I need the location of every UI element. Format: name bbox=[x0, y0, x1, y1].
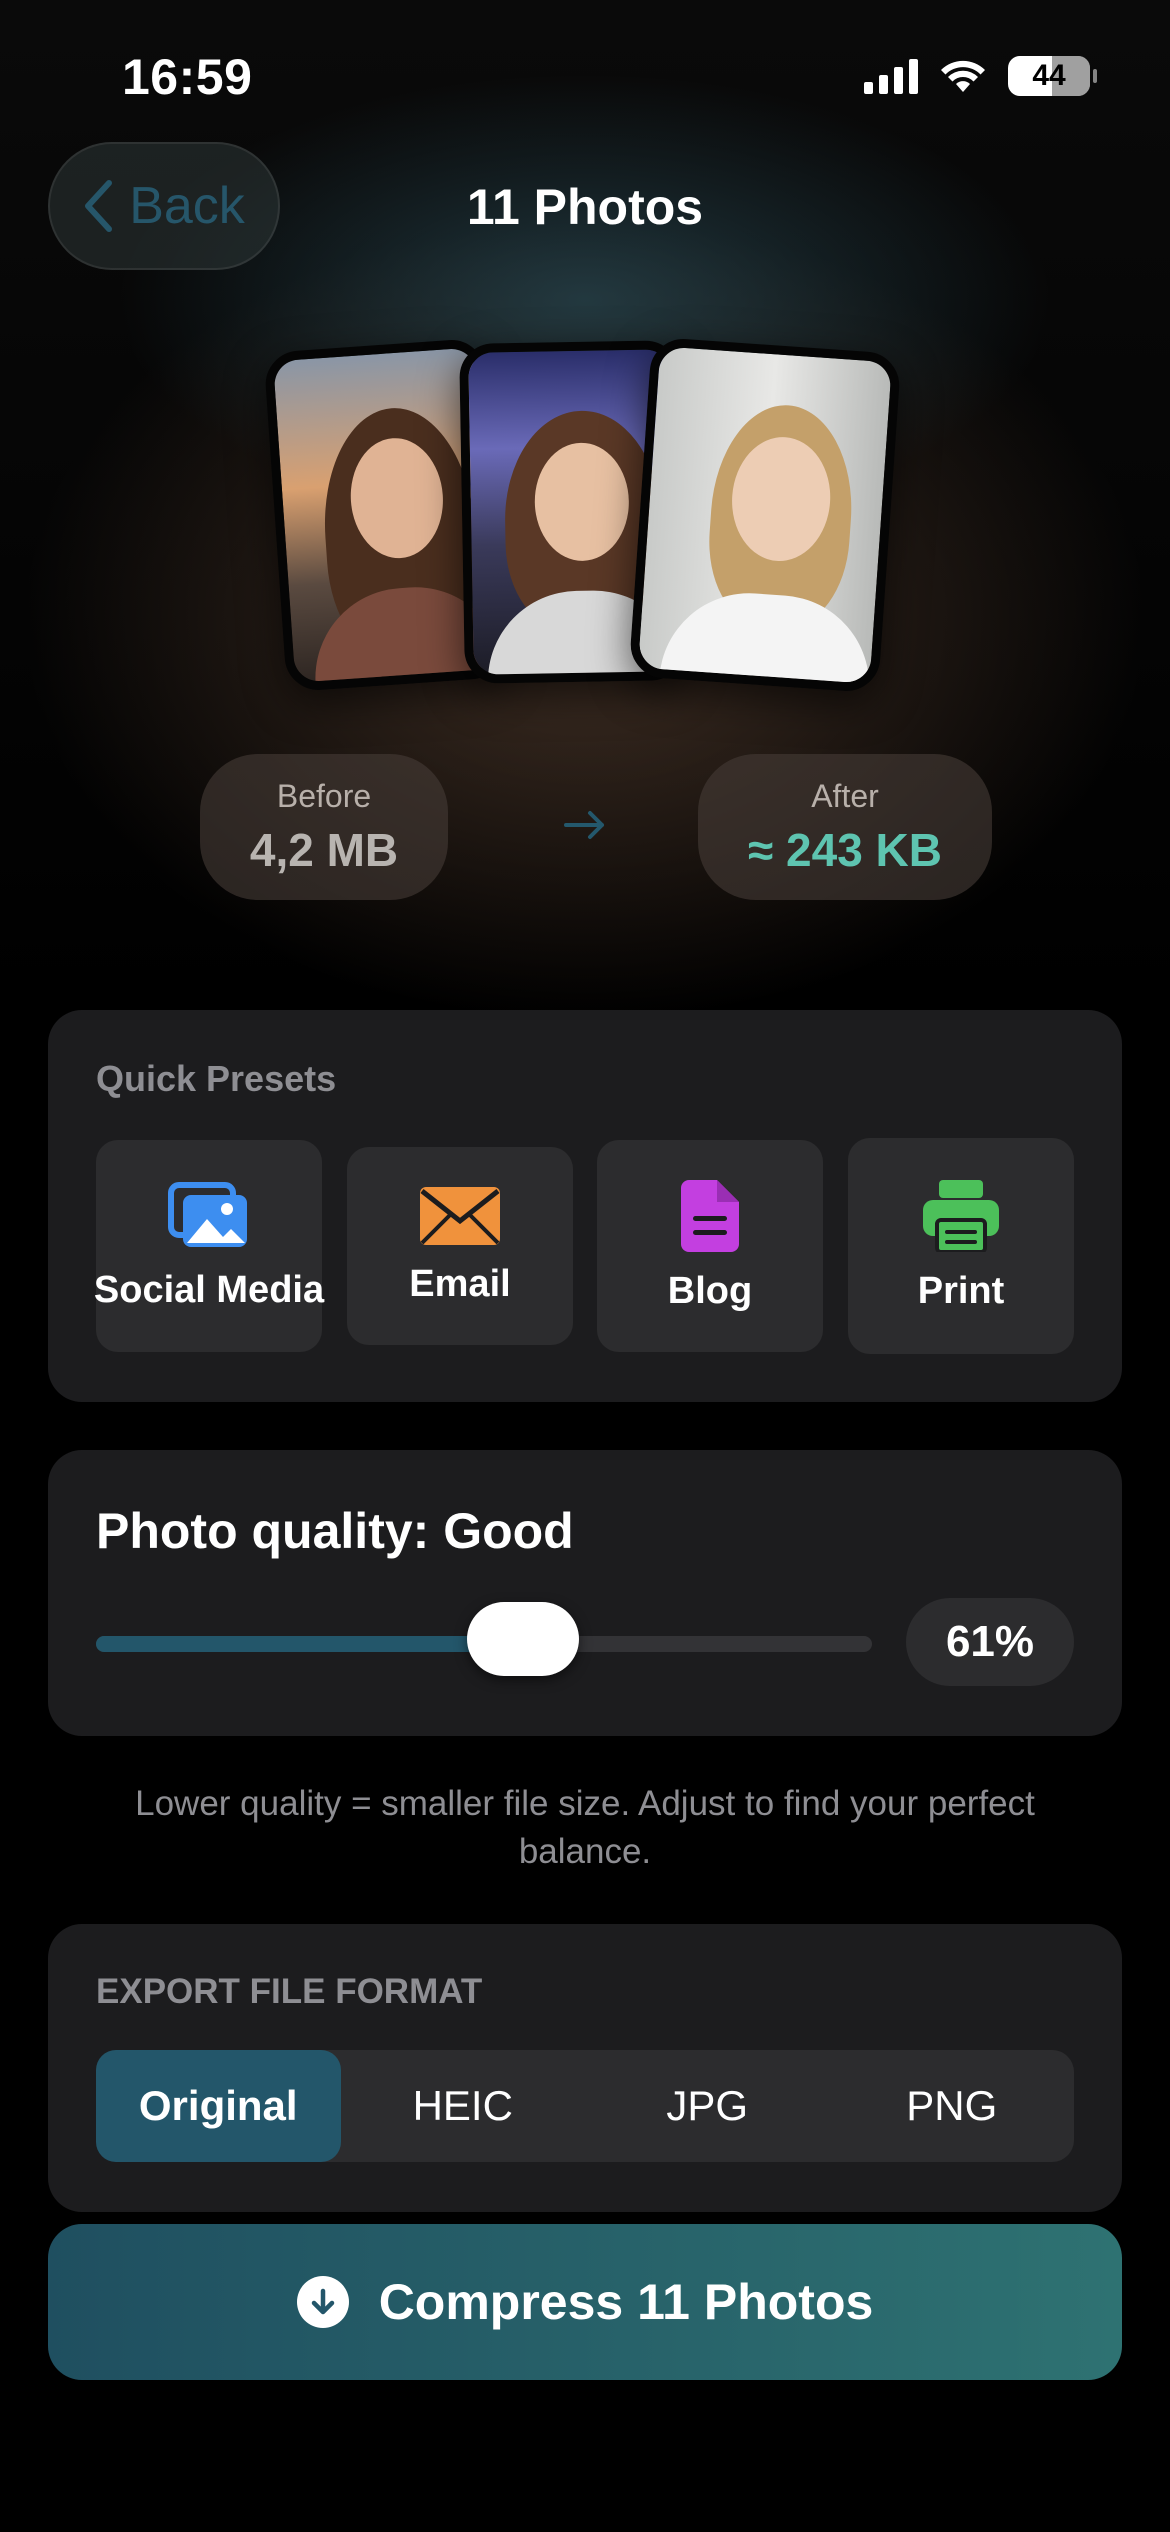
after-label: After bbox=[811, 777, 879, 814]
download-icon bbox=[296, 2276, 349, 2328]
document-icon bbox=[681, 1179, 739, 1252]
before-value: 4,2 MB bbox=[249, 823, 399, 876]
compress-button[interactable]: Compress 11 Photos bbox=[48, 2224, 1122, 2380]
preset-label: Blog bbox=[667, 1269, 753, 1312]
export-format-title: EXPORT FILE FORMAT bbox=[96, 1972, 483, 2011]
photo-thumbnail-3 bbox=[628, 336, 902, 694]
preset-label: Print bbox=[917, 1269, 1005, 1312]
battery-icon: 44 bbox=[1008, 56, 1097, 96]
quality-percent: 61% bbox=[906, 1598, 1074, 1686]
compress-label: Compress 11 Photos bbox=[378, 2274, 874, 2330]
format-option-jpg[interactable]: JPG bbox=[585, 2050, 830, 2162]
photos-icon bbox=[168, 1181, 247, 1247]
format-option-heic[interactable]: HEIC bbox=[341, 2050, 586, 2162]
quality-slider-fill bbox=[96, 1636, 523, 1652]
status-time: 16:59 bbox=[122, 49, 253, 105]
photo-quality-title: Photo quality: Good bbox=[96, 1503, 574, 1559]
status-icons: 44 bbox=[864, 56, 1097, 96]
quality-hint: Lower quality = smaller file size. Adjus… bbox=[135, 1784, 1035, 1871]
preset-label: Social Media bbox=[93, 1268, 325, 1311]
preset-print[interactable]: Print bbox=[848, 1138, 1074, 1354]
before-size-pill: Before 4,2 MB bbox=[200, 754, 448, 900]
preset-label: Email bbox=[409, 1262, 511, 1305]
after-value: ≈ 243 KB bbox=[748, 823, 942, 876]
after-size-pill: After ≈ 243 KB bbox=[698, 754, 992, 900]
preset-blog[interactable]: Blog bbox=[597, 1140, 823, 1352]
quick-presets-title: Quick Presets bbox=[96, 1058, 337, 1099]
page-title: 11 Photos bbox=[466, 179, 704, 235]
format-segmented-control: Original HEIC JPG PNG bbox=[96, 2050, 1074, 2162]
quality-slider[interactable] bbox=[96, 1602, 872, 1676]
preset-email[interactable]: Email bbox=[347, 1147, 573, 1345]
before-label: Before bbox=[276, 777, 372, 814]
quality-slider-thumb[interactable] bbox=[466, 1602, 579, 1676]
format-option-png[interactable]: PNG bbox=[830, 2050, 1075, 2162]
wifi-icon bbox=[941, 60, 985, 92]
photo-quality-card: Photo quality: Good 61% bbox=[48, 1450, 1122, 1736]
export-format-card: EXPORT FILE FORMAT Original HEIC JPG PNG bbox=[48, 1924, 1122, 2212]
cellular-signal-icon bbox=[864, 58, 918, 94]
printer-icon bbox=[923, 1179, 999, 1252]
envelope-icon bbox=[420, 1186, 500, 1245]
quick-presets-card: Quick Presets Social Media Email Blog Pr… bbox=[48, 1010, 1122, 1402]
arrow-right-icon bbox=[564, 811, 604, 839]
format-option-original[interactable]: Original bbox=[96, 2050, 341, 2162]
preset-social-media[interactable]: Social Media bbox=[93, 1140, 325, 1352]
battery-level: 44 bbox=[1032, 59, 1066, 92]
